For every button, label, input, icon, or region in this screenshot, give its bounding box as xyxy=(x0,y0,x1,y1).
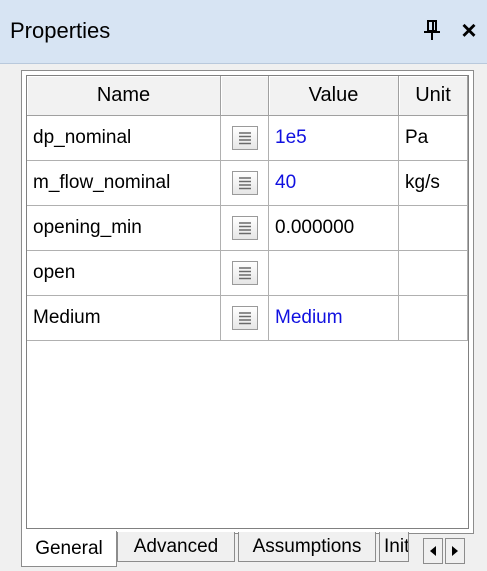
tab-advanced[interactable]: Advanced xyxy=(117,532,235,562)
close-icon[interactable]: × xyxy=(455,15,483,45)
cell-edit xyxy=(221,251,269,296)
cell-edit xyxy=(221,206,269,251)
cell-name[interactable]: opening_min xyxy=(27,206,221,251)
column-header-name[interactable]: Name xyxy=(27,76,221,116)
edit-list-icon[interactable] xyxy=(231,261,258,285)
cell-value[interactable] xyxy=(269,251,399,296)
cell-edit xyxy=(221,116,269,161)
tab-strip: General Advanced Assumptions Init xyxy=(21,531,487,571)
cell-edit xyxy=(221,296,269,341)
column-header-edit[interactable] xyxy=(221,76,269,116)
cell-unit[interactable] xyxy=(399,251,468,296)
cell-unit[interactable]: Pa xyxy=(399,116,468,161)
cell-unit[interactable] xyxy=(399,206,468,251)
properties-content: Name Value Unit dp_nominal 1e5 Pa m_flow_no… xyxy=(21,70,474,534)
pin-icon[interactable] xyxy=(420,18,444,42)
edit-list-icon[interactable] xyxy=(231,171,258,195)
edit-list-icon[interactable] xyxy=(231,126,258,150)
cell-name[interactable]: m_flow_nominal xyxy=(27,161,221,206)
column-header-value[interactable]: Value xyxy=(269,76,399,116)
cell-value[interactable]: 1e5 xyxy=(269,116,399,161)
properties-grid: Name Value Unit dp_nominal 1e5 Pa m_flow_no… xyxy=(26,75,469,529)
cell-unit[interactable]: kg/s xyxy=(399,161,468,206)
table-row[interactable]: m_flow_nominal 40 kg/s xyxy=(27,161,468,206)
tab-general[interactable]: General xyxy=(21,531,117,567)
cell-value[interactable]: 40 xyxy=(269,161,399,206)
tab-assumptions[interactable]: Assumptions xyxy=(238,532,376,562)
panel-title-bar: Properties × xyxy=(0,0,487,64)
table-row[interactable]: dp_nominal 1e5 Pa xyxy=(27,116,468,161)
scroll-left-icon[interactable] xyxy=(423,538,443,564)
edit-list-icon[interactable] xyxy=(231,216,258,240)
table-row[interactable]: open xyxy=(27,251,468,296)
cell-name[interactable]: Medium xyxy=(27,296,221,341)
cell-unit[interactable] xyxy=(399,296,468,341)
cell-name[interactable]: open xyxy=(27,251,221,296)
cell-value[interactable]: Medium xyxy=(269,296,399,341)
column-header-unit[interactable]: Unit xyxy=(399,76,468,116)
cell-name[interactable]: dp_nominal xyxy=(27,116,221,161)
table-row[interactable]: Medium Medium xyxy=(27,296,468,341)
cell-edit xyxy=(221,161,269,206)
table-row[interactable]: opening_min 0.000000 xyxy=(27,206,468,251)
cell-value[interactable]: 0.000000 xyxy=(269,206,399,251)
panel-title: Properties xyxy=(10,18,111,43)
tab-init[interactable]: Init xyxy=(379,532,409,562)
scroll-right-icon[interactable] xyxy=(445,538,465,564)
edit-list-icon[interactable] xyxy=(231,306,258,330)
